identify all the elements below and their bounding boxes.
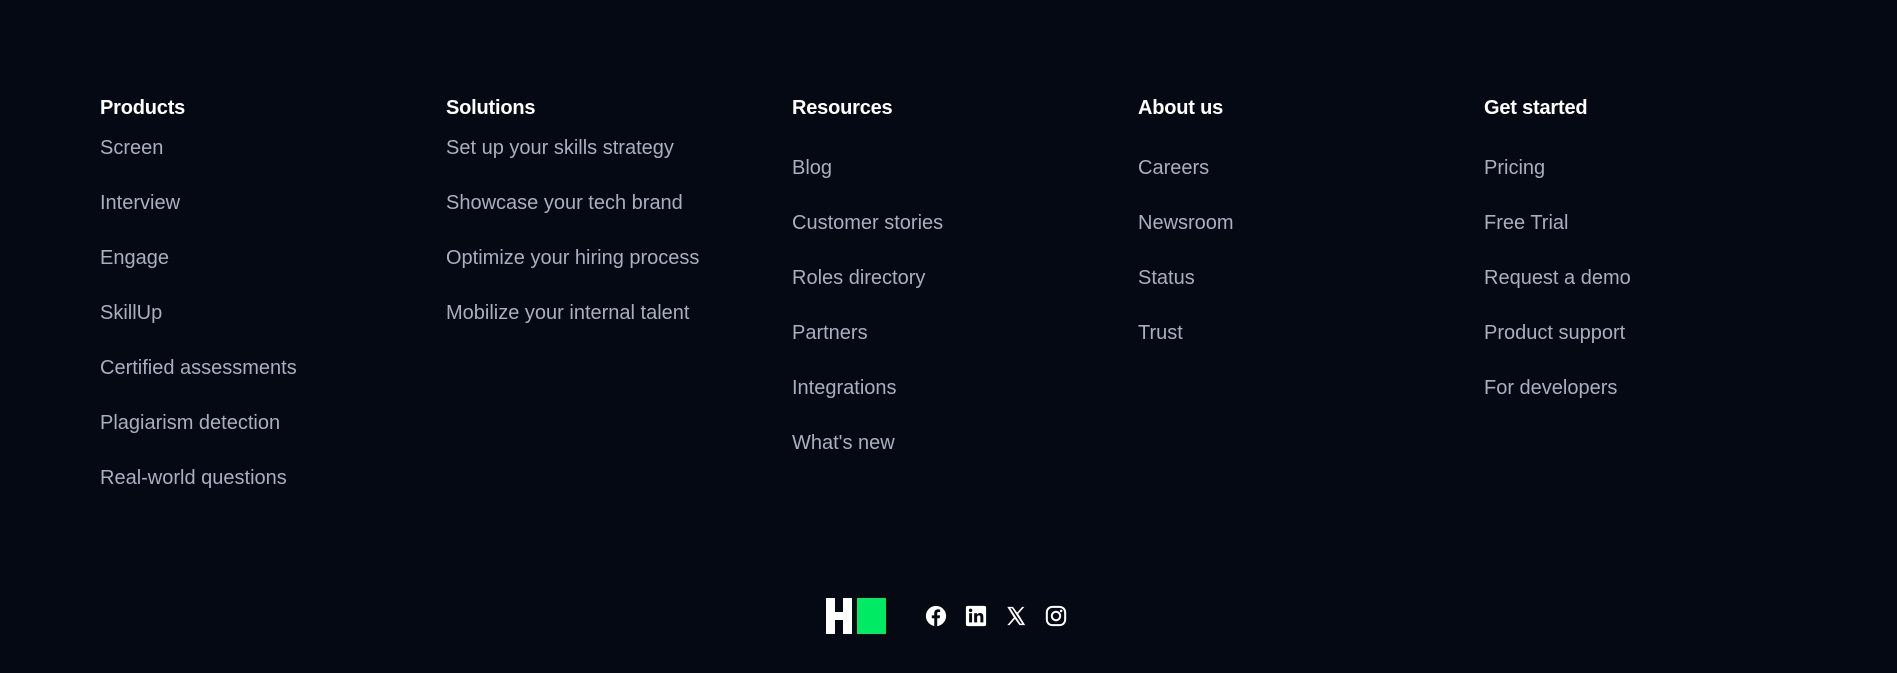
footer-link-pricing[interactable]: Pricing: [1484, 156, 1545, 180]
footer-link-hiring-process[interactable]: Optimize your hiring process: [446, 246, 699, 270]
column-heading-about-us: About us: [1138, 97, 1224, 119]
column-heading-get-started: Get started: [1484, 97, 1588, 119]
column-heading-resources: Resources: [792, 97, 893, 119]
footer-link-real-world-questions[interactable]: Real-world questions: [100, 466, 287, 490]
footer-link-request-demo[interactable]: Request a demo: [1484, 266, 1631, 290]
footer-link-free-trial[interactable]: Free Trial: [1484, 211, 1568, 235]
footer-link-careers[interactable]: Careers: [1138, 156, 1209, 180]
footer-link-product-support[interactable]: Product support: [1484, 321, 1625, 345]
footer-link-status[interactable]: Status: [1138, 266, 1195, 290]
logo-accent-block: [857, 598, 886, 634]
column-heading-products: Products: [100, 97, 186, 119]
footer-link-engage[interactable]: Engage: [100, 246, 169, 270]
footer-link-skills-strategy[interactable]: Set up your skills strategy: [446, 136, 674, 160]
instagram-icon[interactable]: [1045, 605, 1067, 627]
footer-link-certified-assessments[interactable]: Certified assessments: [100, 356, 297, 380]
footer-link-for-developers[interactable]: For developers: [1484, 376, 1617, 400]
footer-link-screen[interactable]: Screen: [100, 136, 163, 160]
facebook-icon[interactable]: [925, 605, 947, 627]
footer-link-interview[interactable]: Interview: [100, 191, 180, 215]
footer-link-customer-stories[interactable]: Customer stories: [792, 211, 943, 235]
footer-link-whats-new[interactable]: What's new: [792, 431, 895, 455]
linkedin-icon[interactable]: [965, 605, 987, 627]
footer-link-tech-brand[interactable]: Showcase your tech brand: [446, 191, 683, 215]
footer-link-plagiarism-detection[interactable]: Plagiarism detection: [100, 411, 280, 435]
footer-columns: Products Screen Interview Engage SkillUp…: [100, 96, 1820, 516]
footer-link-newsroom[interactable]: Newsroom: [1138, 211, 1234, 235]
column-heading-solutions: Solutions: [446, 97, 536, 119]
footer-link-skillup[interactable]: SkillUp: [100, 301, 162, 325]
footer-link-roles-directory[interactable]: Roles directory: [792, 266, 925, 290]
x-icon[interactable]: [1005, 605, 1027, 627]
footer-link-blog[interactable]: Blog: [792, 156, 832, 180]
footer-link-integrations[interactable]: Integrations: [792, 376, 897, 400]
logo-mark: [826, 598, 886, 634]
footer-link-partners[interactable]: Partners: [792, 321, 868, 345]
hackerrank-logo-icon[interactable]: [826, 598, 886, 634]
footer-link-trust[interactable]: Trust: [1138, 321, 1183, 345]
footer-link-internal-talent[interactable]: Mobilize your internal talent: [446, 301, 689, 325]
footer-bottom-bar: [0, 596, 1897, 636]
